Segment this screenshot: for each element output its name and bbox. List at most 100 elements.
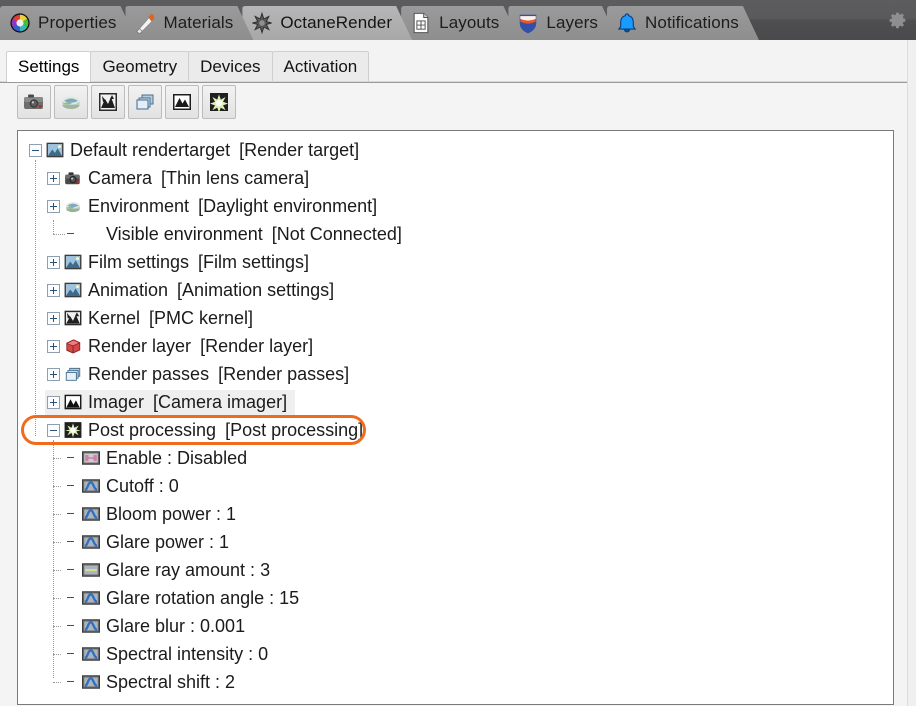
float-prop-icon <box>82 591 100 605</box>
float-prop-icon <box>82 645 100 663</box>
sub-tab-settings[interactable]: Settings <box>6 51 92 82</box>
tree-twisty-plus[interactable] <box>47 171 60 185</box>
tree-row[interactable]: Render passes [Render passes] <box>18 360 893 388</box>
tree-twisty-plus[interactable] <box>47 255 60 269</box>
environment-node-icon <box>64 197 82 215</box>
image-node-icon <box>64 281 82 299</box>
tree-row[interactable]: Imager [Camera imager] <box>18 388 893 416</box>
tree-row[interactable]: Glare power : 1 <box>18 528 893 556</box>
tree-row[interactable]: Cutoff : 0 <box>18 472 893 500</box>
color-wheel-icon <box>9 12 31 34</box>
main-tab-layers[interactable]: Layers <box>508 6 618 40</box>
main-tab-layouts[interactable]: Layouts <box>401 6 519 40</box>
sub-tab-geometry[interactable]: Geometry <box>90 51 190 82</box>
tree-connector <box>53 626 61 627</box>
float-prop-icon <box>82 647 100 661</box>
environment-button[interactable] <box>54 85 88 119</box>
tree-twisty-plus[interactable] <box>47 283 60 297</box>
tree-twisty-spacer <box>65 452 78 465</box>
tree-twisty-minus[interactable] <box>29 143 42 157</box>
tree-row[interactable]: Glare blur : 0.001 <box>18 612 893 640</box>
tree-node-name: Enable : Disabled <box>106 447 248 468</box>
post-processing-button[interactable] <box>202 85 236 119</box>
tree-row[interactable]: Post processing [Post processing] <box>18 416 893 444</box>
tree-row[interactable]: Default rendertarget [Render target] <box>18 136 893 164</box>
main-tab-label: Properties <box>38 13 117 32</box>
tree-row[interactable]: Glare ray amount : 3 <box>18 556 893 584</box>
camera-node-icon <box>64 169 82 187</box>
float-prop-icon <box>82 507 100 521</box>
imager-icon <box>173 94 191 110</box>
tree-icon-spacer <box>82 225 100 243</box>
tree-connector <box>53 458 61 459</box>
tree-connector <box>53 234 65 235</box>
tree-row[interactable]: Camera [Thin lens camera] <box>18 164 893 192</box>
tree-twisty-plus[interactable] <box>47 199 60 213</box>
red-cube-icon <box>66 339 81 354</box>
sub-tab-devices[interactable]: Devices <box>188 51 273 82</box>
camera-button[interactable] <box>17 85 51 119</box>
tree-node-name: Camera <box>88 167 153 188</box>
main-tab-notifications[interactable]: Notifications <box>607 6 759 40</box>
tree-node-name: Render passes <box>88 363 210 384</box>
tree-row[interactable]: Film settings [Film settings] <box>18 248 893 276</box>
tree-twisty-spacer <box>65 648 78 661</box>
bell-icon <box>616 12 638 34</box>
kernel-button[interactable] <box>91 85 125 119</box>
sub-tab-label: Activation <box>283 57 358 76</box>
main-tab-label: Materials <box>163 13 234 32</box>
float-prop-icon <box>82 479 100 493</box>
tree-twisty-spacer <box>65 480 78 493</box>
main-tab-properties[interactable]: Properties <box>0 6 136 40</box>
tree-row[interactable]: Kernel [PMC kernel] <box>18 304 893 332</box>
tree-twisty-plus[interactable] <box>47 367 60 381</box>
red-cube-icon <box>64 337 82 355</box>
environment-icon <box>62 96 80 109</box>
tree-twisty-spacer <box>65 676 78 689</box>
document-icon <box>410 12 432 34</box>
main-tab-label: OctaneRender <box>280 13 393 32</box>
main-tab-octanerender[interactable]: OctaneRender <box>242 6 412 40</box>
tree-node-type: [PMC kernel] <box>149 307 254 328</box>
tree-node-name: Default rendertarget <box>70 139 231 160</box>
tree-row[interactable]: Enable : Disabled <box>18 444 893 472</box>
tree-twisty-plus[interactable] <box>47 395 60 409</box>
tree-node-name: Glare blur : 0.001 <box>106 615 246 636</box>
tree-twisty-minus[interactable] <box>47 423 60 437</box>
tree-row[interactable]: Animation [Animation settings] <box>18 276 893 304</box>
tree-node-name: Spectral shift : 2 <box>106 671 236 692</box>
tree-row[interactable]: Bloom power : 1 <box>18 500 893 528</box>
float-prop-icon <box>82 675 100 689</box>
tree-node-name: Cutoff : 0 <box>106 475 179 496</box>
imager-node-icon <box>64 394 82 410</box>
tree-twisty-plus[interactable] <box>47 339 60 353</box>
render-passes-button[interactable] <box>128 85 162 119</box>
tree-row[interactable]: Environment [Daylight environment] <box>18 192 893 220</box>
tree-row[interactable]: Visible environment [Not Connected] <box>18 220 893 248</box>
gear-icon[interactable] <box>886 8 910 32</box>
main-tab-bar: Properties Materials OctaneRender Layouts La… <box>0 0 916 40</box>
tree-node-name: Spectral intensity : 0 <box>106 643 269 664</box>
float-prop-icon <box>82 535 100 549</box>
tree-twisty-plus[interactable] <box>47 311 60 325</box>
tree-node-name: Glare ray amount : 3 <box>106 559 271 580</box>
bool-prop-icon <box>82 449 100 467</box>
document-icon <box>410 12 432 34</box>
imager-button[interactable] <box>165 85 199 119</box>
tree-row[interactable]: Glare rotation angle : 15 <box>18 584 893 612</box>
tree-node-name: Kernel <box>88 307 141 328</box>
tree-connector <box>53 598 61 599</box>
render-target-tree[interactable]: Default rendertarget [Render target] Camer… <box>17 130 894 705</box>
sub-tab-activation[interactable]: Activation <box>271 51 370 82</box>
main-tab-label: Layouts <box>439 13 500 32</box>
octane-star-icon <box>251 12 273 34</box>
window-scroll-strip[interactable] <box>907 40 916 706</box>
tree-row[interactable]: Render layer [Render layer] <box>18 332 893 360</box>
tree-connector <box>53 654 61 655</box>
kernel-node-icon <box>64 310 82 326</box>
tree-node-name: Post processing <box>88 419 217 440</box>
tree-row[interactable]: Spectral shift : 2 <box>18 668 893 696</box>
tree-row[interactable]: Spectral intensity : 0 <box>18 640 893 668</box>
main-tab-materials[interactable]: Materials <box>125 6 253 40</box>
tree-node-type: [Render target] <box>239 139 360 160</box>
